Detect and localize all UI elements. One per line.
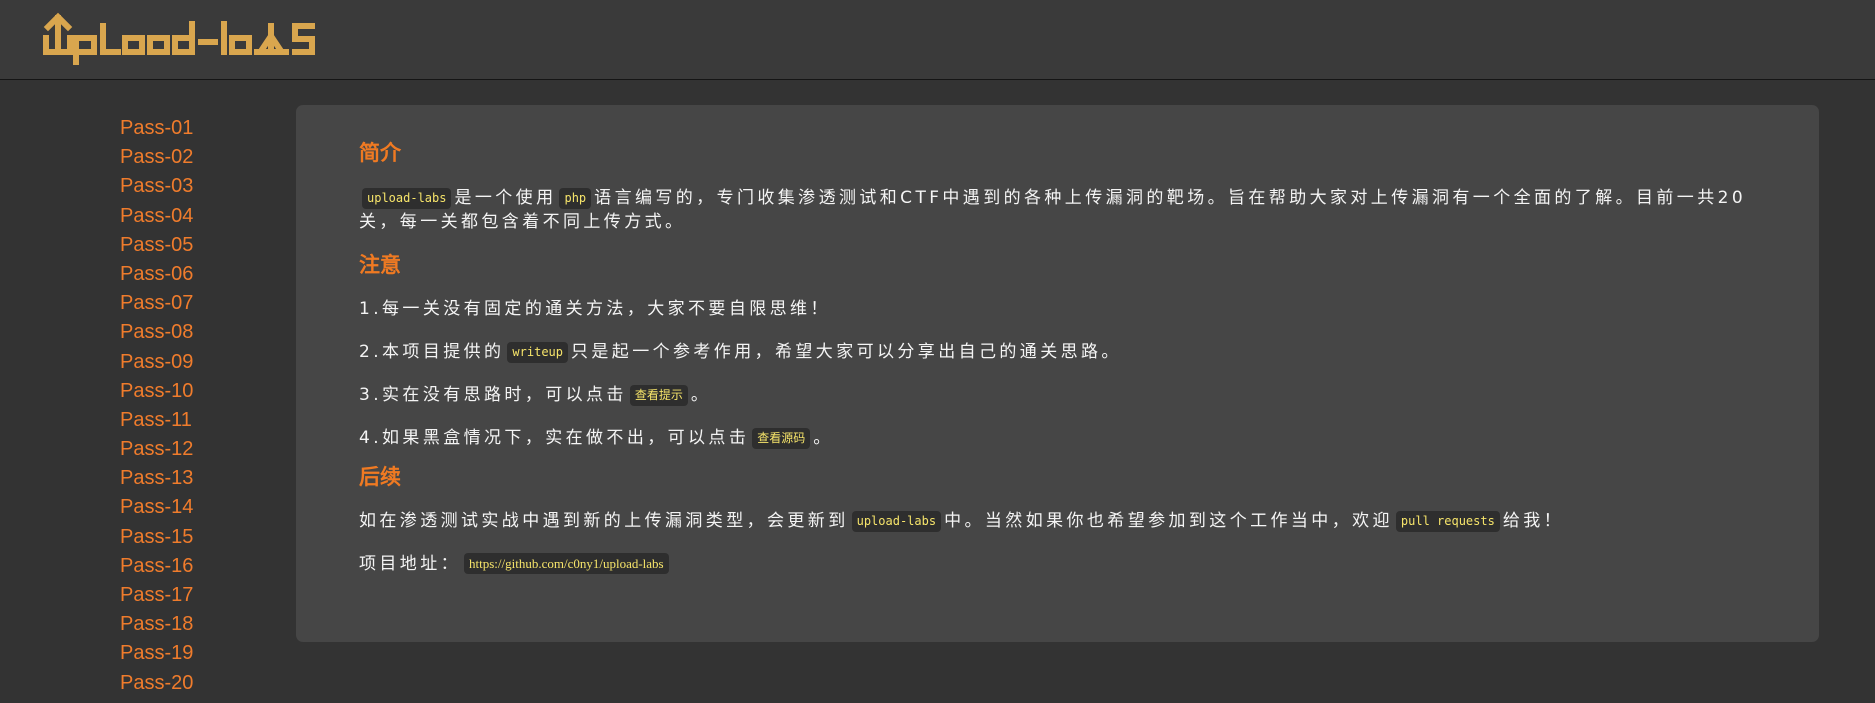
logo-graphic xyxy=(43,12,315,65)
pass-05-link[interactable]: Pass-05 xyxy=(120,234,193,256)
top-header: upload-labs xyxy=(0,0,1875,80)
pass-16-link[interactable]: Pass-16 xyxy=(120,555,193,577)
sidebar-item-pass-04: Pass-04 xyxy=(120,202,270,231)
project-address: 项目地址： https://github.com/c0ny1/upload-lab… xyxy=(359,552,1759,576)
note-2-text-a: 2.本项目提供的 xyxy=(359,342,505,362)
pass-08-link[interactable]: Pass-08 xyxy=(120,321,193,343)
followup-text-b: 中。当然如果你也希望参加到这个工作当中，欢迎 xyxy=(944,511,1393,531)
pass-list: Pass-01 Pass-02 Pass-03 Pass-04 Pass-05 … xyxy=(120,114,270,698)
note-3-text-a: 3.实在没有思路时，可以点击 xyxy=(359,385,627,405)
sidebar-item-pass-18: Pass-18 xyxy=(120,610,270,639)
address-label: 项目地址： xyxy=(359,554,461,574)
pass-14-link[interactable]: Pass-14 xyxy=(120,496,193,518)
pass-06-link[interactable]: Pass-06 xyxy=(120,263,193,285)
sidebar-item-pass-01: Pass-01 xyxy=(120,114,270,143)
content-panel: 简介 upload-labs 是一个使用 php 语言编写的，专门收集渗透测试和CTF… xyxy=(296,105,1819,642)
sidebar-item-pass-08: Pass-08 xyxy=(120,318,270,347)
note-item-3: 3.实在没有思路时，可以点击 查看提示。 xyxy=(359,383,1759,407)
sidebar-item-pass-12: Pass-12 xyxy=(120,435,270,464)
pass-12-link[interactable]: Pass-12 xyxy=(120,438,193,460)
pass-03-link[interactable]: Pass-03 xyxy=(120,175,193,197)
note-4-text-a: 4.如果黑盒情况下，实在做不出，可以点击 xyxy=(359,428,750,448)
github-url-link[interactable]: https://github.com/c0ny1/upload-labs xyxy=(464,553,669,574)
sidebar-item-pass-20: Pass-20 xyxy=(120,669,270,698)
upload-labs-logo[interactable]: upload-labs xyxy=(42,12,334,66)
intro-text-a: 是一个使用 xyxy=(454,188,557,208)
pass-02-link[interactable]: Pass-02 xyxy=(120,146,193,168)
pass-10-link[interactable]: Pass-10 xyxy=(120,380,193,402)
show-hint-link[interactable]: 查看提示 xyxy=(629,385,688,406)
note-item-4: 4.如果黑盒情况下，实在做不出，可以点击 查看源码。 xyxy=(359,426,1759,450)
content-body: 简介 upload-labs 是一个使用 php 语言编写的，专门收集渗透测试和CTF… xyxy=(359,139,1759,576)
pass-18-link[interactable]: Pass-18 xyxy=(120,613,193,635)
note-2-text-b: 只是起一个参考作用，希望大家可以分享出自己的通关思路。 xyxy=(571,342,1122,362)
sidebar-item-pass-05: Pass-05 xyxy=(120,231,270,260)
code-upload-labs: upload-labs xyxy=(362,188,452,209)
pass-13-link[interactable]: Pass-13 xyxy=(120,467,193,489)
code-writeup: writeup xyxy=(507,342,568,363)
code-upload-labs-2: upload-labs xyxy=(851,511,942,532)
followup-heading: 后续 xyxy=(359,465,401,489)
sidebar-item-pass-11: Pass-11 xyxy=(120,406,270,435)
intro-paragraph: upload-labs 是一个使用 php 语言编写的，专门收集渗透测试和CTF中遇到… xyxy=(359,186,1759,234)
code-php: php xyxy=(559,188,592,209)
sidebar-item-pass-19: Pass-19 xyxy=(120,639,270,668)
pass-04-link[interactable]: Pass-04 xyxy=(120,205,193,227)
followup-text-c: 给我！ xyxy=(1502,511,1565,531)
show-source-link[interactable]: 查看源码 xyxy=(752,428,811,449)
followup-paragraph: 如在渗透测试实战中遇到新的上传漏洞类型，会更新到 upload-labs 中。当然如… xyxy=(359,509,1759,533)
sidebar-item-pass-06: Pass-06 xyxy=(120,260,270,289)
note-3-text-b: 。 xyxy=(690,385,712,405)
pass-11-link[interactable]: Pass-11 xyxy=(120,409,192,431)
sidebar-item-pass-09: Pass-09 xyxy=(120,348,270,377)
note-4-text-b: 。 xyxy=(813,428,834,448)
sidebar-item-pass-03: Pass-03 xyxy=(120,172,270,201)
code-pull-requests: pull requests xyxy=(1395,511,1500,532)
pass-19-link[interactable]: Pass-19 xyxy=(120,642,193,664)
sidebar-item-pass-10: Pass-10 xyxy=(120,377,270,406)
notes-heading: 注意 xyxy=(359,253,401,277)
sidebar-item-pass-02: Pass-02 xyxy=(120,143,270,172)
pass-20-link[interactable]: Pass-20 xyxy=(120,672,193,694)
sidebar-item-pass-15: Pass-15 xyxy=(120,523,270,552)
pass-01-link[interactable]: Pass-01 xyxy=(120,117,193,139)
followup-text-a: 如在渗透测试实战中遇到新的上传漏洞类型，会更新到 xyxy=(359,511,849,531)
sidebar-item-pass-17: Pass-17 xyxy=(120,581,270,610)
pass-09-link[interactable]: Pass-09 xyxy=(120,351,193,373)
sidebar-item-pass-13: Pass-13 xyxy=(120,464,270,493)
pass-15-link[interactable]: Pass-15 xyxy=(120,526,193,548)
pass-17-link[interactable]: Pass-17 xyxy=(120,584,193,606)
sidebar-item-pass-07: Pass-07 xyxy=(120,289,270,318)
pass-07-link[interactable]: Pass-07 xyxy=(120,292,193,314)
sidebar-item-pass-16: Pass-16 xyxy=(120,552,270,581)
note-item-1: 1.每一关没有固定的通关方法，大家不要自限思维！ xyxy=(359,299,831,319)
sidebar-item-pass-14: Pass-14 xyxy=(120,493,270,522)
note-item-2: 2.本项目提供的 writeup 只是起一个参考作用，希望大家可以分享出自己的通关思… xyxy=(359,340,1759,364)
intro-heading: 简介 xyxy=(359,141,401,165)
